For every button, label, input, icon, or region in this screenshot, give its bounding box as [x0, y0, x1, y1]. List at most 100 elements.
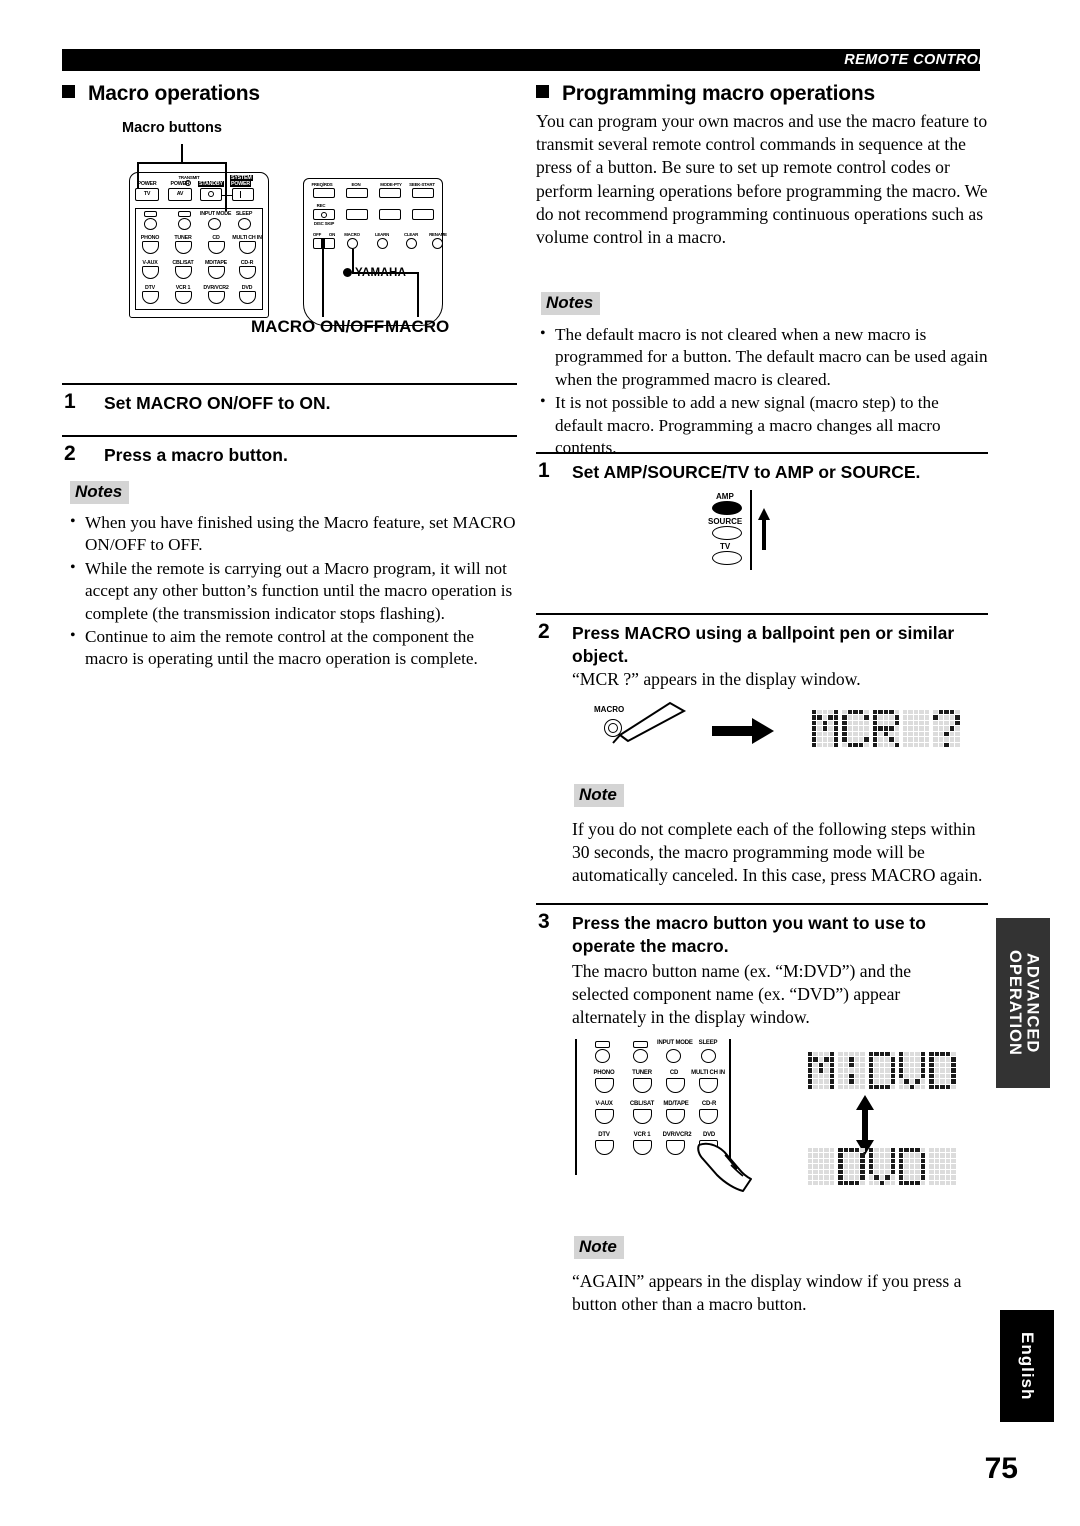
button-md-tape[interactable]: [666, 1109, 685, 1124]
right-step1-rule-top: [536, 452, 988, 454]
button-freq-rds-label: FREQ/RDS: [311, 182, 333, 187]
macro-buttons-diagram: Macro buttons TRANSMIT POWER TV POWER AV…: [118, 120, 468, 350]
source-label: SOURCE: [708, 517, 743, 526]
left-step2-number: 2: [64, 442, 76, 465]
right-step1-text: Set AMP/SOURCE/TV to AMP or SOURCE.: [572, 462, 921, 482]
switch-rail: [750, 490, 752, 570]
button-display-icon-1[interactable]: [595, 1041, 610, 1048]
system-power-icon: [240, 191, 242, 198]
right-step3-rule-top: [536, 903, 988, 905]
button-rename-label: RENAME: [429, 232, 447, 237]
display-window-mdvd: [808, 1052, 956, 1090]
button-tuner-label: TUNER: [632, 1070, 652, 1076]
button-input-mode-label: INPUT MODE: [200, 211, 232, 217]
button-clear[interactable]: [406, 238, 417, 249]
rec-dot-icon: [321, 212, 327, 218]
button-v-aux[interactable]: [595, 1109, 614, 1124]
button-tuner[interactable]: [633, 1078, 652, 1093]
button-dtv[interactable]: [595, 1140, 614, 1155]
left-remote-power-tv-caption: POWER: [137, 181, 157, 187]
display-character: [929, 1148, 956, 1186]
button-system-power[interactable]: [232, 188, 254, 201]
right-note-item: The default macro is not cleared when a …: [538, 323, 990, 391]
right-step2-body: “MCR ?” appears in the display window.: [572, 669, 861, 689]
right-step2-rule-top: [536, 613, 988, 615]
button-dial-2[interactable]: [633, 1049, 648, 1063]
button-dial-1[interactable]: [595, 1049, 610, 1063]
button-cd-r-label: CD-R: [701, 1101, 717, 1107]
left-step2-text: Press a macro button.: [104, 445, 288, 465]
header-bar: [62, 49, 980, 71]
switch-off-label: OFF: [312, 232, 322, 237]
button-phono[interactable]: [595, 1078, 614, 1093]
button-vcr1[interactable]: [633, 1140, 652, 1155]
left-step1-number: 1: [64, 390, 76, 413]
display-window-dvd: [808, 1148, 956, 1186]
right-step3-text: Press the macro button you want to use t…: [572, 913, 926, 956]
button-display-icon-1[interactable]: [144, 211, 157, 217]
button-input-mode[interactable]: [208, 218, 221, 230]
button-input-mode[interactable]: [666, 1049, 681, 1063]
macro-press-illustration: MACRO: [590, 701, 720, 765]
button-cbl-sat[interactable]: [633, 1109, 652, 1124]
button-cd-r[interactable]: [699, 1109, 718, 1124]
left-note-item: When you have finished using the Macro f…: [68, 511, 518, 557]
button-dial-2[interactable]: [178, 218, 191, 230]
right-step1-number: 1: [538, 459, 550, 482]
amp-source-tv-switch-diagram: AMP SOURCE TV: [700, 490, 820, 572]
button-display-icon-2[interactable]: [633, 1041, 648, 1048]
button-sleep[interactable]: [701, 1049, 716, 1063]
button-play[interactable]: [412, 209, 434, 220]
yamaha-logo-icon: [343, 268, 352, 277]
button-seek-start[interactable]: [412, 188, 434, 198]
source-position[interactable]: [712, 526, 742, 540]
button-dial-1[interactable]: [144, 218, 157, 230]
switch-on-label: ON: [328, 232, 336, 237]
button-learn-label: LEARN: [374, 232, 390, 237]
right-step2-text: Press MACRO using a ballpoint pen or sim…: [572, 623, 955, 666]
left-step1-rule-top: [62, 383, 517, 385]
button-stop[interactable]: [346, 209, 368, 220]
display-character: [838, 1052, 865, 1090]
button-cbl-sat-label: CBL/SAT: [629, 1101, 655, 1107]
display-character: [812, 710, 839, 748]
button-disc-skip-label: DISC SKIP: [313, 221, 335, 226]
right-note2-tag: Note: [574, 1236, 624, 1259]
button-cd[interactable]: [666, 1078, 685, 1093]
button-v-aux-label: V-AUX: [595, 1101, 613, 1107]
right-step2-number: 2: [538, 620, 550, 643]
display-character: [929, 1052, 956, 1090]
button-display-icon-2[interactable]: [178, 211, 191, 217]
button-dvr-vcr2[interactable]: [666, 1140, 685, 1155]
left-step2-rule-top: [62, 435, 517, 437]
power-link-line: [222, 195, 232, 197]
right-step3-number: 3: [538, 910, 550, 933]
button-learn[interactable]: [377, 238, 388, 249]
button-rename[interactable]: [432, 238, 443, 249]
macro-switch-knob: [321, 238, 325, 249]
button-freq-rds[interactable]: [313, 188, 335, 198]
left-step1-text: Set MACRO ON/OFF to ON.: [104, 393, 331, 413]
button-dtv-label: DTV: [598, 1132, 610, 1138]
bullet-square-icon: [62, 85, 75, 98]
button-clear-label: CLEAR: [403, 232, 419, 237]
button-sleep[interactable]: [238, 218, 251, 230]
macro-buttons-callout-label: Macro buttons: [122, 120, 222, 136]
button-multi-ch-in[interactable]: [699, 1078, 718, 1093]
leader-macro-v1: [352, 249, 354, 273]
display-character: [898, 1052, 926, 1090]
button-dvd-pressed-label: DVD: [702, 1132, 716, 1138]
left-remote-power-av-caption: POWER: [170, 181, 190, 187]
display-character: [902, 710, 930, 748]
button-eon[interactable]: [346, 188, 368, 198]
button-sleep-label: SLEEP: [698, 1040, 718, 1046]
amp-position-selected[interactable]: [712, 501, 742, 515]
button-macro[interactable]: [347, 238, 358, 249]
button-pause[interactable]: [379, 209, 401, 220]
bullet-square-icon: [536, 85, 549, 98]
button-cd-label: CD: [669, 1070, 679, 1076]
tv-position[interactable]: [712, 551, 742, 565]
button-mode-pty[interactable]: [379, 188, 401, 198]
macro-caption: MACRO: [385, 317, 450, 336]
amp-label: AMP: [716, 492, 734, 501]
